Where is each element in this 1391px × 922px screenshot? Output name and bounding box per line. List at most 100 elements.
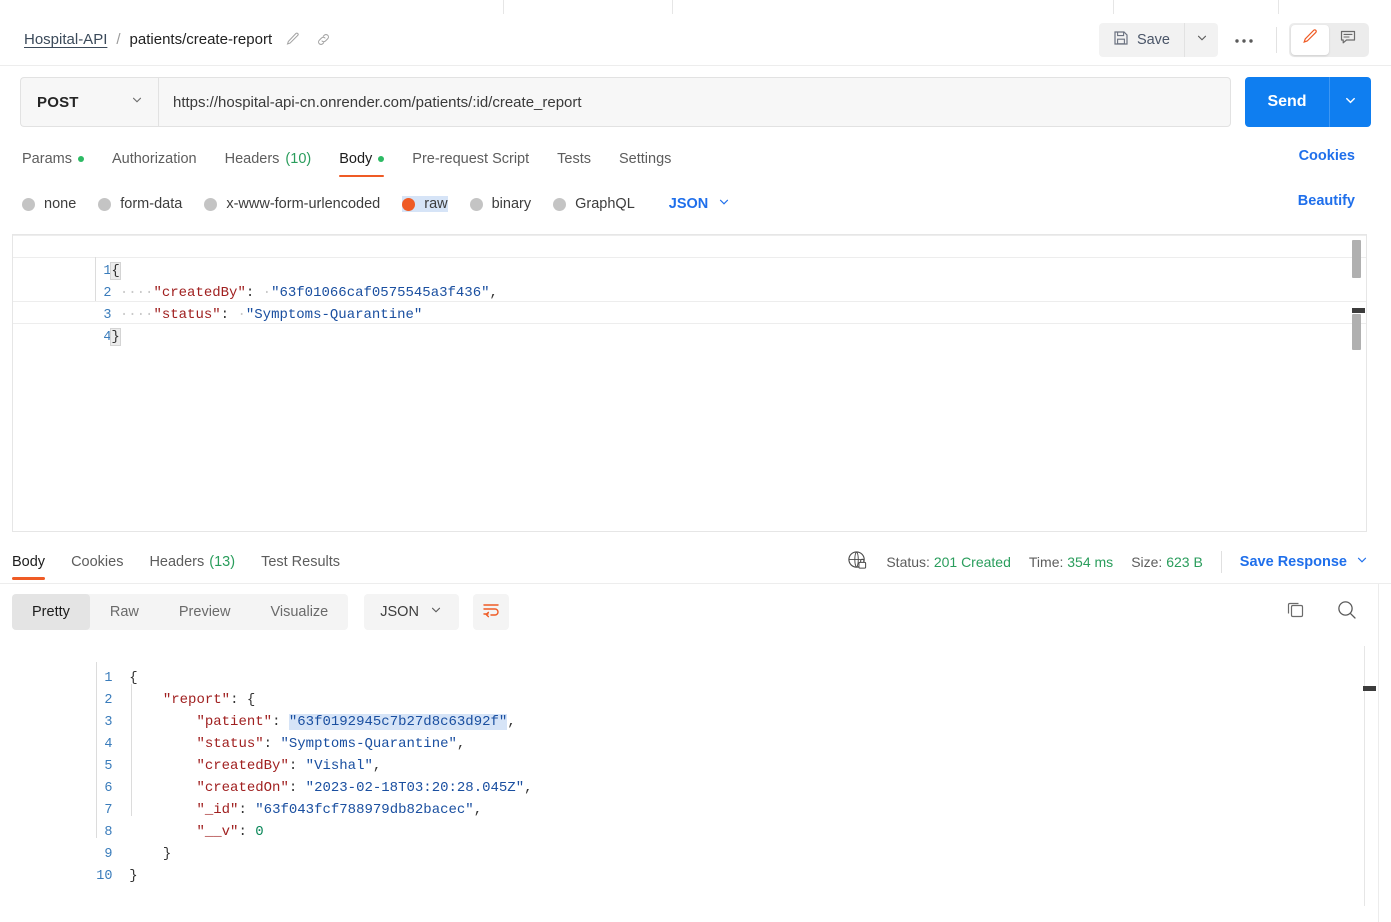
line-number: 4	[103, 330, 112, 345]
body-type-graphql[interactable]: GraphQL	[553, 196, 635, 212]
radio-icon	[553, 197, 567, 211]
line-number: 1	[104, 671, 113, 686]
response-tab-cookies[interactable]: Cookies	[71, 540, 123, 584]
tab-params[interactable]: Params	[22, 138, 84, 180]
comment-icon	[1339, 28, 1357, 51]
time-label: Time:	[1028, 553, 1064, 570]
body-format-selector[interactable]: JSON	[669, 195, 732, 213]
body-type-urlencoded[interactable]: x-www-form-urlencoded	[204, 196, 380, 212]
json-value: "Symptoms-Quarantine"	[280, 736, 457, 752]
json-key: "createdBy"	[196, 758, 289, 774]
more-actions-button[interactable]	[1224, 23, 1264, 57]
comment-mode-toggle[interactable]	[1329, 25, 1367, 55]
save-response-button[interactable]: Save Response	[1240, 553, 1369, 571]
request-body-editor[interactable]: 1{ 2 ····"createdBy": ·"63f01066caf05755…	[12, 234, 1367, 532]
pencil-icon[interactable]	[281, 29, 303, 51]
response-body-viewer[interactable]: 1 { 2 "report": { 3 "patient": "63f01929…	[0, 640, 1391, 922]
response-tab-body[interactable]: Body	[12, 540, 46, 584]
json-punct: ,	[524, 780, 533, 796]
body-type-binary[interactable]: binary	[469, 196, 532, 212]
body-type-graphql-label: GraphQL	[575, 196, 635, 212]
body-type-none-label: none	[44, 196, 77, 212]
body-type-raw[interactable]: raw	[402, 196, 448, 212]
modified-dot-icon	[378, 156, 385, 162]
tab-tests[interactable]: Tests	[557, 138, 591, 180]
json-key: "createdBy"	[153, 285, 246, 301]
globe-lock-icon[interactable]	[847, 550, 868, 574]
cookies-link[interactable]: Cookies	[1299, 148, 1355, 164]
code-token: {	[129, 670, 138, 686]
body-type-binary-label: binary	[491, 196, 532, 212]
save-dropdown-button[interactable]	[1184, 22, 1218, 57]
body-type-urlencoded-label: x-www-form-urlencoded	[226, 196, 381, 212]
line-number: 9	[104, 847, 113, 862]
top-actions: Save	[1098, 22, 1391, 57]
body-type-none[interactable]: none	[22, 196, 76, 212]
chevron-down-icon	[717, 195, 731, 213]
tab-pre-request-script[interactable]: Pre-request Script	[412, 138, 529, 180]
editor-scrollbar-thumb-lower[interactable]	[1352, 314, 1361, 350]
send-button-group: Send	[1245, 77, 1371, 127]
response-mode-visualize[interactable]: Visualize	[250, 594, 348, 630]
method-selector[interactable]: POST	[20, 77, 158, 127]
tab-pre-request-script-label: Pre-request Script	[412, 151, 530, 167]
radio-icon	[22, 197, 35, 211]
response-tab-headers[interactable]: Headers (13)	[149, 540, 235, 584]
search-icon[interactable]	[1335, 598, 1359, 627]
editor-scroll-marker	[1352, 308, 1365, 313]
tab-stub-left[interactable]	[0, 0, 504, 14]
response-tab-cookies-label: Cookies	[71, 553, 124, 570]
line-number: 4	[104, 737, 113, 752]
tab-body[interactable]: Body	[339, 138, 385, 180]
json-punct: ,	[372, 758, 382, 774]
json-value: "Symptoms-Quarantine"	[245, 307, 423, 323]
code-line: 1 {	[0, 645, 1391, 686]
tab-settings-label: Settings	[618, 151, 672, 167]
line-number: 2	[104, 693, 113, 708]
json-punct: ,	[473, 802, 483, 818]
code-token: }	[162, 846, 172, 862]
json-punct: ,	[456, 736, 466, 752]
send-button[interactable]: Send	[1245, 77, 1329, 127]
tab-settings[interactable]: Settings	[619, 138, 671, 180]
response-view-toolbar: Pretty Raw Preview Visualize JSON	[0, 584, 1391, 640]
beautify-link[interactable]: Beautify	[1298, 193, 1355, 209]
edit-mode-toggle[interactable]	[1291, 24, 1329, 55]
response-tab-headers-count: (13)	[209, 553, 236, 570]
window-tab-strip	[0, 0, 1391, 14]
save-response-label: Save Response	[1239, 553, 1347, 570]
url-input[interactable]: https://hospital-api-cn.onrender.com/pat…	[158, 77, 1231, 127]
body-type-form-data[interactable]: form-data	[98, 196, 182, 212]
line-number: 1	[103, 264, 112, 279]
breadcrumb-collection-link[interactable]: Hospital-API	[24, 31, 107, 48]
response-meta: Status: 201 Created Time: 354 ms Size: 6…	[847, 550, 1391, 574]
json-value: "63f043fcf788979db82bacec"	[255, 802, 474, 818]
line-number: 6	[104, 781, 113, 796]
url-bar: POST https://hospital-api-cn.onrender.co…	[0, 66, 1391, 138]
response-mode-preview[interactable]: Preview	[159, 594, 251, 630]
editor-scrollbar-thumb[interactable]	[1352, 240, 1361, 278]
indent-guide: ····	[111, 285, 154, 301]
copy-icon[interactable]	[1285, 599, 1307, 626]
tab-stub-middle[interactable]	[672, 0, 1114, 14]
tab-headers[interactable]: Headers (10)	[225, 138, 312, 180]
tab-stub-right[interactable]	[1278, 0, 1391, 14]
link-icon[interactable]	[312, 29, 334, 51]
send-dropdown-button[interactable]	[1329, 77, 1371, 127]
save-button[interactable]: Save	[1098, 22, 1184, 57]
code-line: 2 ····"createdBy": ·"63f01066caf0575545a…	[13, 260, 1366, 301]
word-wrap-button[interactable]	[472, 594, 509, 630]
word-wrap-icon	[481, 600, 501, 625]
tab-authorization[interactable]: Authorization	[112, 138, 197, 180]
response-scroll-marker	[1363, 686, 1376, 691]
editor-scrollbar[interactable]	[1351, 236, 1364, 530]
response-tab-test-results[interactable]: Test Results	[261, 540, 340, 584]
response-mode-pretty[interactable]: Pretty	[12, 594, 90, 630]
save-button-group: Save	[1098, 22, 1218, 57]
body-type-form-data-label: form-data	[120, 196, 183, 212]
line-number: 7	[104, 803, 113, 818]
response-format-selector[interactable]: JSON	[364, 594, 459, 630]
json-punct: ,	[489, 285, 498, 301]
response-scrollbar[interactable]	[1364, 646, 1365, 906]
response-mode-raw[interactable]: Raw	[90, 594, 159, 630]
